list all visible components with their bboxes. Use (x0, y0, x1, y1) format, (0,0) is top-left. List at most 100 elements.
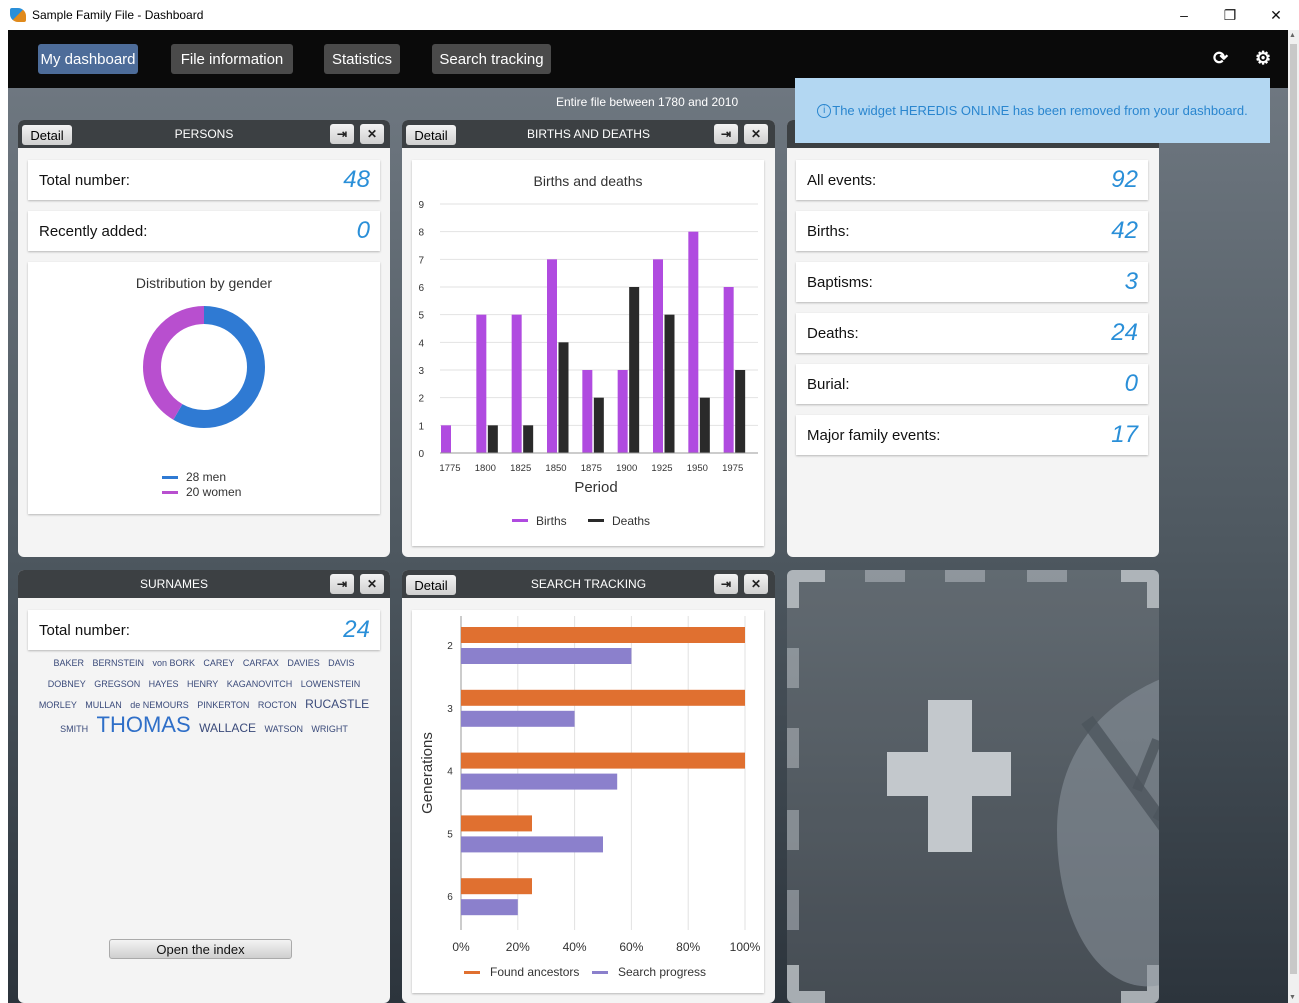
restore-button[interactable]: ❐ (1207, 0, 1253, 30)
search-tracking-chart: 0% 20% 40% 60% 80% 100% 2 3 4 5 6 Generations Found … (419, 616, 761, 979)
search-tracking-detail-button[interactable]: Detail (406, 575, 456, 595)
window-title: Sample Family File - Dashboard (32, 8, 204, 22)
surname-item[interactable]: WRIGHT (311, 724, 348, 734)
births-deaths-chart-card: Births and deaths 0 1 2 3 4 5 6 7 8 9 1775 1800 1825 1… (412, 160, 764, 546)
gender-legend: 28 men 20 women (162, 470, 241, 500)
persons-detail-button[interactable]: Detail (22, 125, 72, 145)
add-widget-icon[interactable] (887, 700, 1011, 852)
surname-item[interactable]: HAYES (149, 679, 179, 689)
y-tick-label: 3 (447, 704, 453, 715)
persons-close-icon[interactable]: ✕ (360, 124, 384, 144)
window-titlebar: Sample Family File - Dashboard – ❐ ✕ (0, 0, 1299, 30)
scroll-down-icon[interactable]: ▼ (1289, 994, 1296, 1001)
bar-births (511, 314, 522, 453)
surname-item[interactable]: ROCTON (258, 700, 297, 710)
x-axis-label: Period (574, 479, 617, 496)
bar-births (617, 370, 628, 453)
surname-item[interactable]: BAKER (54, 658, 85, 668)
surname-item[interactable]: DAVIS (328, 658, 354, 668)
add-widget-placeholder[interactable] (787, 570, 1159, 1003)
dashboard-area: Entire file between 1780 and 2010 PERSON… (8, 88, 1288, 1003)
surnames-widget-header: SURNAMES ⇥ ✕ (18, 570, 390, 598)
event-label: Burial: (807, 376, 850, 393)
persons-total-row: Total number: 48 (28, 160, 380, 200)
surname-item[interactable]: WALLACE (199, 721, 256, 735)
event-label: Births: (807, 223, 850, 240)
event-row: Major family events: 17 (796, 415, 1148, 455)
surname-item[interactable]: CARFAX (243, 658, 279, 668)
x-tick-label: 1900 (616, 463, 637, 474)
refresh-icon[interactable]: ⟳ (1213, 48, 1228, 69)
surname-item[interactable]: RUCASTLE (305, 697, 369, 711)
open-index-button[interactable]: Open the index (109, 939, 292, 959)
x-tick-label: 80% (676, 940, 700, 954)
legend-label: Births (536, 514, 567, 528)
legend-label: Deaths (612, 514, 650, 528)
births-deaths-close-icon[interactable]: ✕ (744, 124, 768, 144)
close-window-button[interactable]: ✕ (1253, 0, 1299, 30)
event-value: 92 (1111, 166, 1138, 193)
surname-item[interactable]: KAGANOVITCH (227, 679, 293, 689)
x-tick-label: 1950 (687, 463, 708, 474)
surnames-close-icon[interactable]: ✕ (360, 574, 384, 594)
tab-search-tracking[interactable]: Search tracking (432, 44, 551, 74)
x-tick-label: 0% (452, 940, 470, 954)
event-label: Major family events: (807, 427, 941, 444)
surname-item[interactable]: LOWENSTEIN (301, 679, 361, 689)
surnames-widget: SURNAMES ⇥ ✕ Total number: 24 BAKER BERN… (18, 570, 390, 1003)
x-tick-label: 1775 (439, 463, 460, 474)
chart-title: Births and deaths (534, 173, 643, 189)
bar-deaths (735, 370, 746, 453)
bar-deaths (699, 397, 710, 453)
gear-icon[interactable]: ⚙ (1255, 48, 1271, 69)
surname-item[interactable]: THOMAS (97, 712, 191, 737)
births-deaths-export-icon[interactable]: ⇥ (714, 124, 738, 144)
bar-births (441, 425, 451, 453)
surname-item[interactable]: MULLAN (85, 700, 122, 710)
event-row: Baptisms: 3 (796, 262, 1148, 302)
x-tick-label: 1800 (475, 463, 496, 474)
vertical-scrollbar[interactable]: ▲ ▼ (1288, 30, 1299, 1003)
tab-statistics[interactable]: Statistics (324, 44, 400, 74)
bar-births (476, 314, 487, 453)
surname-item[interactable]: DAVIES (287, 658, 319, 668)
y-tick-label: 5 (418, 311, 424, 322)
surname-item[interactable]: SMITH (60, 724, 88, 734)
event-label: All events: (807, 172, 877, 189)
minimize-button[interactable]: – (1161, 0, 1207, 30)
surname-item[interactable]: de NEMOURS (130, 700, 189, 710)
y-tick-label: 5 (447, 829, 453, 840)
persons-recent-label: Recently added: (39, 223, 148, 240)
persons-recent-row: Recently added: 0 (28, 211, 380, 251)
search-tracking-export-icon[interactable]: ⇥ (714, 574, 738, 594)
surnames-total-value: 24 (343, 616, 370, 643)
y-axis-label: Generations (419, 732, 436, 814)
surnames-export-icon[interactable]: ⇥ (330, 574, 354, 594)
bar-births (688, 231, 699, 453)
y-tick-label: 1 (418, 421, 424, 432)
persons-export-icon[interactable]: ⇥ (330, 124, 354, 144)
legend-women-swatch (162, 491, 178, 495)
surname-item[interactable]: WATSON (264, 724, 303, 734)
tab-file-information[interactable]: File information (171, 44, 293, 74)
surname-item[interactable]: GREGSON (94, 679, 140, 689)
surname-item[interactable]: DOBNEY (48, 679, 86, 689)
search-tracking-close-icon[interactable]: ✕ (744, 574, 768, 594)
window-controls: – ❐ ✕ (1161, 0, 1299, 30)
legend-men: 28 men (162, 470, 241, 485)
event-row: Deaths: 24 (796, 313, 1148, 353)
tab-my-dashboard[interactable]: My dashboard (38, 44, 138, 74)
scroll-up-icon[interactable]: ▲ (1289, 32, 1296, 39)
surname-item[interactable]: PINKERTON (197, 700, 249, 710)
surname-item[interactable]: von BORK (152, 658, 195, 668)
surname-item[interactable]: HENRY (187, 679, 218, 689)
scroll-thumb[interactable] (1290, 44, 1297, 974)
births-deaths-detail-button[interactable]: Detail (406, 125, 456, 145)
legend-swatch (512, 519, 528, 522)
surname-item[interactable]: MORLEY (39, 700, 77, 710)
surname-item[interactable]: BERNSTEIN (92, 658, 144, 668)
surname-item[interactable]: CAREY (203, 658, 234, 668)
x-tick-label: 1925 (651, 463, 672, 474)
bar-found-ancestors (461, 689, 745, 706)
bar-deaths (558, 342, 569, 453)
